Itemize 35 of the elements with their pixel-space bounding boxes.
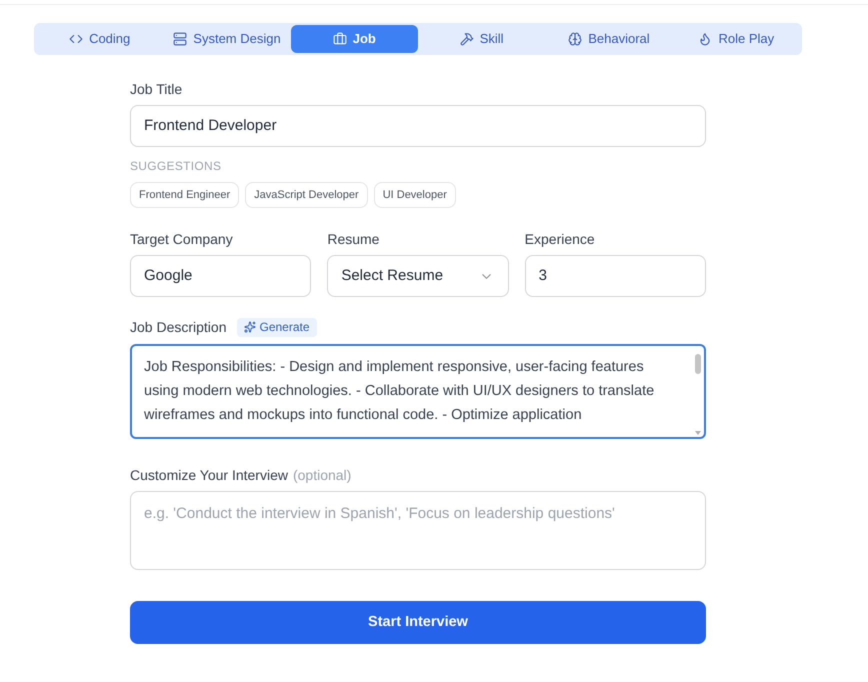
tab[interactable]: Skill	[418, 25, 546, 53]
tab[interactable]: Job	[290, 25, 418, 53]
select-field[interactable]: Select Resume	[327, 255, 509, 297]
field-label: Job Description	[130, 318, 226, 337]
briefcase-icon	[332, 32, 347, 46]
sparkles-icon	[244, 321, 256, 333]
scroll-down-arrow-icon[interactable]	[695, 431, 701, 435]
optional-note: (optional)	[292, 466, 352, 485]
field-label: Job Title	[130, 80, 182, 99]
tab[interactable]: Role Play	[672, 25, 800, 53]
field-label: Resume	[327, 230, 380, 249]
field-label: Target Company	[130, 230, 233, 249]
tab[interactable]: Coding	[36, 25, 164, 53]
server-icon	[173, 32, 188, 46]
suggestion-chip[interactable]: JavaScript Developer	[245, 182, 368, 208]
tab[interactable]: System Design	[163, 25, 291, 53]
suggestion-chip[interactable]: Frontend Engineer	[130, 182, 240, 208]
brain-icon	[568, 32, 582, 46]
code-icon	[69, 32, 84, 46]
text-field[interactable]: 3	[524, 255, 706, 297]
job-description-field[interactable]	[130, 344, 706, 439]
start-interview-button[interactable]: Start Interview	[130, 601, 706, 644]
generate-button[interactable]: Generate	[236, 318, 317, 336]
suggestions-heading: SUGGESTIONS	[130, 158, 222, 174]
field-label: Customize Your Interview	[130, 466, 288, 485]
select-value: Select Resume	[341, 266, 444, 286]
field-label: Experience	[524, 230, 595, 249]
hammer-icon	[460, 32, 474, 46]
text-field[interactable]: Google	[130, 255, 312, 297]
job-description-text: Job Responsibilities: - Design and implement responsive, user-facing features using modern web technologies. - Collaborate with UI/UX designers to translate wireframes and mockups into functional code. - Optimize application	[143, 358, 656, 425]
flame-icon	[698, 32, 712, 46]
tab[interactable]: Behavioral	[545, 25, 673, 53]
text-field[interactable]: Frontend Developer	[130, 105, 706, 147]
suggestion-chip[interactable]: UI Developer	[374, 182, 456, 208]
scrollbar-thumb[interactable]	[695, 354, 701, 374]
